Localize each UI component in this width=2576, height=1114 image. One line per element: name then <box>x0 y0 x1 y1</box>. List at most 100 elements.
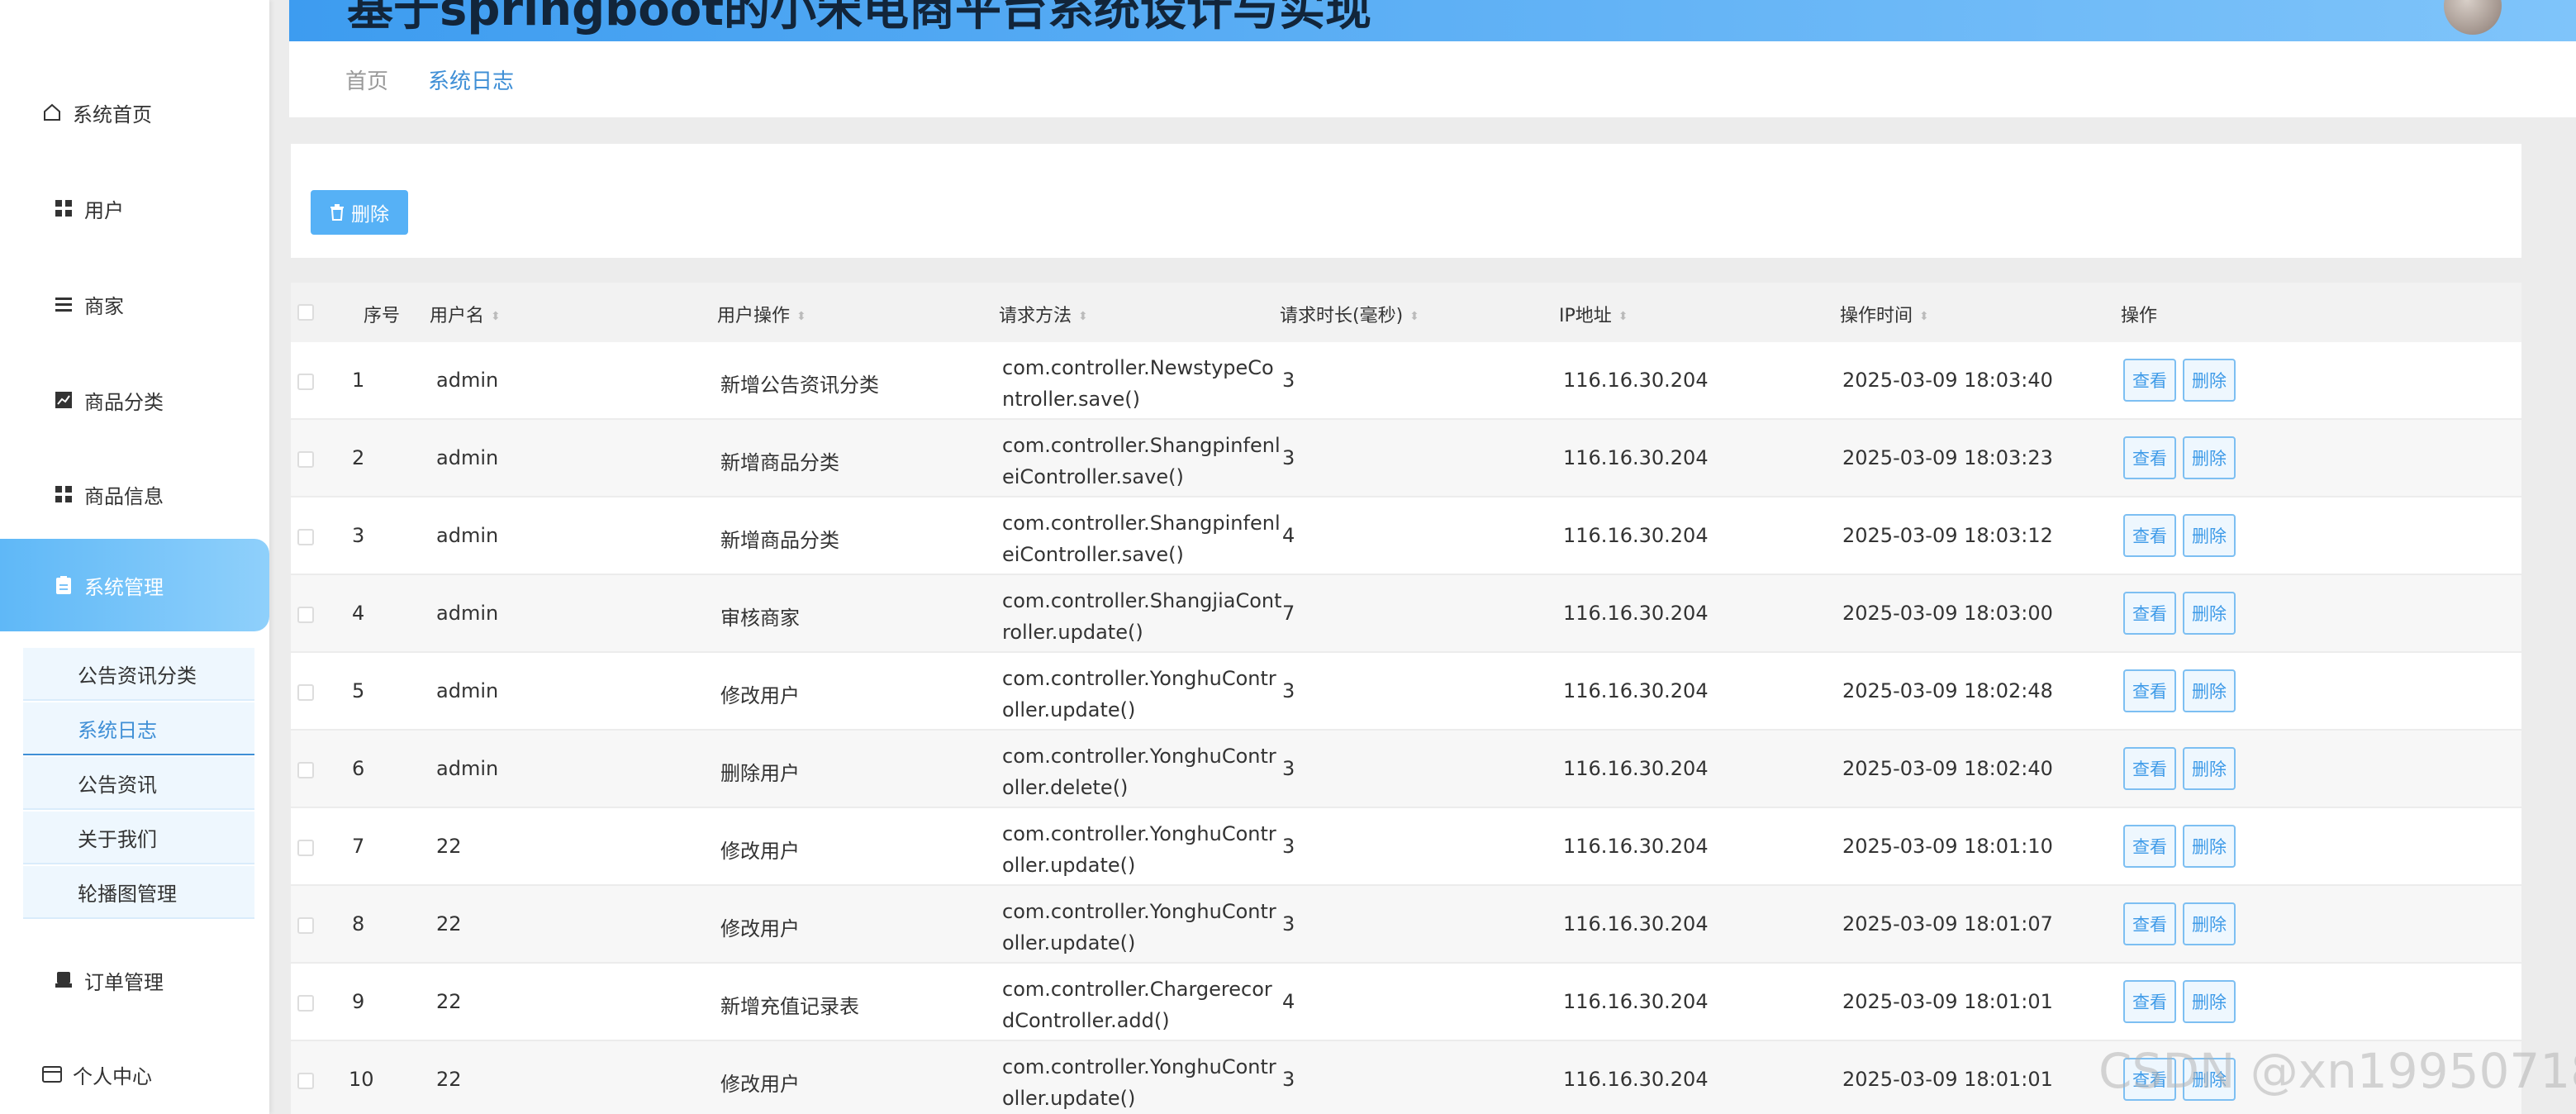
page-title: 基于springboot的小宋电商平台系统设计与实现 <box>347 0 1371 36</box>
header-operation[interactable]: 用户操作 ⬍ <box>717 301 806 327</box>
grid-icon <box>53 483 74 505</box>
table-row[interactable]: 2 admin 新增商品分类 com.controller.Shangpinfenle… <box>291 420 2521 497</box>
row-checkbox[interactable] <box>297 1073 314 1089</box>
row-duration: 3 <box>1282 446 1295 469</box>
header-ip[interactable]: IP地址 ⬍ <box>1559 301 1628 327</box>
row-checkbox[interactable] <box>297 607 314 623</box>
sort-icon[interactable]: ⬍ <box>1078 310 1088 323</box>
row-method: com.controller.ShangjiaController.update… <box>1002 589 1282 644</box>
header-username[interactable]: 用户名 ⬍ <box>430 301 501 327</box>
table-row[interactable]: 5 admin 修改用户 com.controller.YonghuControlle… <box>291 653 2521 731</box>
row-checkbox[interactable] <box>297 840 314 856</box>
row-checkbox[interactable] <box>297 374 314 390</box>
row-checkbox[interactable] <box>297 451 314 468</box>
sidebar-item-users[interactable]: 用户 <box>0 162 269 255</box>
table-row[interactable]: 9 22 新增充值记录表 com.controller.ChargerecordCon… <box>291 964 2521 1041</box>
row-no: 1 <box>352 369 365 392</box>
row-duration: 4 <box>1282 990 1295 1013</box>
sidebar-item-system[interactable]: 系统管理 <box>0 539 269 631</box>
avatar[interactable] <box>2444 0 2502 35</box>
row-checkbox[interactable] <box>297 762 314 778</box>
header-no: 序号 <box>364 306 401 326</box>
table-row[interactable]: 8 22 修改用户 com.controller.YonghuController.u… <box>291 886 2521 964</box>
row-delete-button[interactable]: 删除 <box>2183 669 2236 712</box>
delete-button[interactable]: 删除 <box>311 190 408 235</box>
row-method: com.controller.YonghuController.update() <box>1002 1055 1276 1110</box>
sub-item-news-category[interactable]: 公告资讯分类 <box>23 648 254 701</box>
row-checkbox[interactable] <box>297 529 314 545</box>
row-operation: 新增商品分类 <box>720 451 839 474</box>
row-ip: 116.16.30.204 <box>1563 446 1709 469</box>
sub-item-system-log[interactable]: 系统日志 <box>23 702 254 755</box>
sort-icon[interactable]: ⬍ <box>796 310 806 323</box>
sub-item-carousel[interactable]: 轮播图管理 <box>23 866 254 919</box>
row-operation: 审核商家 <box>720 607 800 630</box>
list-icon <box>53 293 74 315</box>
row-method: com.controller.ShangpinfenleiController.… <box>1002 434 1281 488</box>
sidebar-item-orders[interactable]: 订单管理 <box>0 934 269 1026</box>
sub-item-label: 公告资讯 <box>78 773 157 797</box>
view-button[interactable]: 查看 <box>2123 359 2176 402</box>
row-delete-button[interactable]: 删除 <box>2183 980 2236 1023</box>
table-row[interactable]: 1 admin 新增公告资讯分类 com.controller.NewstypeCon… <box>291 342 2521 420</box>
printer-icon <box>53 969 74 991</box>
sidebar-item-label: 商品分类 <box>84 390 164 414</box>
row-time: 2025-03-09 18:03:23 <box>1842 446 2053 469</box>
header-duration[interactable]: 请求时长(毫秒) ⬍ <box>1280 301 1419 327</box>
header-time[interactable]: 操作时间 ⬍ <box>1840 301 1929 327</box>
row-ip: 116.16.30.204 <box>1563 990 1709 1013</box>
sort-icon[interactable]: ⬍ <box>1409 310 1419 323</box>
sub-item-about[interactable]: 关于我们 <box>23 812 254 864</box>
row-no: 3 <box>352 524 365 547</box>
row-duration: 3 <box>1282 835 1295 858</box>
breadcrumb-current: 系统日志 <box>428 69 515 94</box>
view-button[interactable]: 查看 <box>2123 825 2176 868</box>
table-row[interactable]: 7 22 修改用户 com.controller.YonghuController.u… <box>291 808 2521 886</box>
table-row[interactable]: 6 admin 删除用户 com.controller.YonghuControlle… <box>291 731 2521 808</box>
view-button[interactable]: 查看 <box>2123 747 2176 790</box>
row-delete-button[interactable]: 删除 <box>2183 514 2236 557</box>
sidebar-item-categories[interactable]: 商品分类 <box>0 354 269 446</box>
breadcrumb-home[interactable]: 首页 <box>345 64 388 95</box>
sub-item-label: 系统日志 <box>78 718 157 742</box>
sort-icon[interactable]: ⬍ <box>491 310 501 323</box>
row-no: 7 <box>352 835 365 858</box>
view-button[interactable]: 查看 <box>2123 592 2176 635</box>
view-button[interactable]: 查看 <box>2123 514 2176 557</box>
row-method: com.controller.NewstypeController.save() <box>1002 356 1274 411</box>
row-time: 2025-03-09 18:01:07 <box>1842 912 2053 935</box>
sub-item-news[interactable]: 公告资讯 <box>23 757 254 810</box>
top-header: 基于springboot的小宋电商平台系统设计与实现 <box>289 0 2576 41</box>
table-row[interactable]: 4 admin 审核商家 com.controller.ShangjiaControl… <box>291 575 2521 653</box>
view-button[interactable]: 查看 <box>2123 436 2176 479</box>
row-no: 4 <box>352 602 365 625</box>
view-button[interactable]: 查看 <box>2123 902 2176 945</box>
view-button[interactable]: 查看 <box>2123 669 2176 712</box>
row-method: com.controller.YonghuController.update() <box>1002 900 1276 955</box>
sidebar-item-merchants[interactable]: 商家 <box>0 258 269 350</box>
row-delete-button[interactable]: 删除 <box>2183 592 2236 635</box>
row-checkbox[interactable] <box>297 917 314 934</box>
row-checkbox[interactable] <box>297 995 314 1012</box>
row-delete-button[interactable]: 删除 <box>2183 825 2236 868</box>
row-username: 22 <box>436 1068 462 1091</box>
header-method[interactable]: 请求方法 ⬍ <box>999 301 1088 327</box>
sort-icon[interactable]: ⬍ <box>1919 310 1929 323</box>
sidebar-item-products[interactable]: 商品信息 <box>0 448 269 540</box>
header-actions: 操作 <box>2121 306 2158 326</box>
row-delete-button[interactable]: 删除 <box>2183 747 2236 790</box>
row-ip: 116.16.30.204 <box>1563 912 1709 935</box>
table-header: 序号 用户名 ⬍ 用户操作 ⬍ 请求方法 ⬍ 请求时长(毫秒) ⬍ IP地址 ⬍ 操作时间… <box>291 283 2521 342</box>
row-delete-button[interactable]: 删除 <box>2183 436 2236 479</box>
row-checkbox[interactable] <box>297 684 314 701</box>
view-button[interactable]: 查看 <box>2123 980 2176 1023</box>
row-time: 2025-03-09 18:01:10 <box>1842 835 2053 858</box>
sort-icon[interactable]: ⬍ <box>1618 310 1628 323</box>
select-all-checkbox[interactable] <box>297 304 314 321</box>
row-delete-button[interactable]: 删除 <box>2183 359 2236 402</box>
sidebar-item-profile[interactable]: 个人中心 <box>0 1028 269 1114</box>
sub-item-label: 公告资讯分类 <box>78 664 197 688</box>
row-delete-button[interactable]: 删除 <box>2183 902 2236 945</box>
table-row[interactable]: 3 admin 新增商品分类 com.controller.Shangpinfenle… <box>291 497 2521 575</box>
sidebar-item-home[interactable]: 系统首页 <box>0 66 269 159</box>
